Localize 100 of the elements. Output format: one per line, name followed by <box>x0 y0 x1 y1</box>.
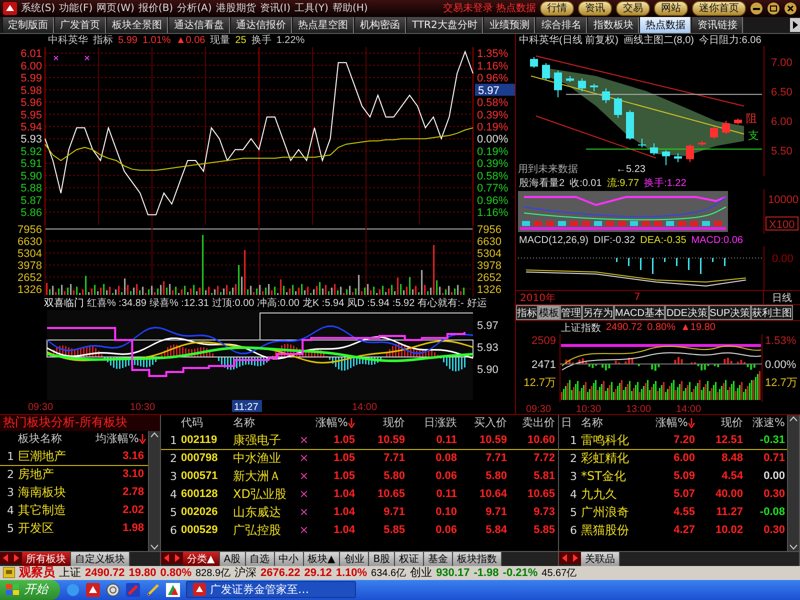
price-value: 4.54 <box>720 470 744 482</box>
stock-row[interactable]: 2 000798 中水渔业 1.05 7.71 0.08 7.71 7.72 <box>161 450 558 468</box>
menu-item[interactable]: 报价(B) <box>138 1 174 16</box>
panel-button[interactable]: DDE决策 <box>665 305 709 320</box>
tab[interactable]: 机构密函 <box>354 16 406 33</box>
volume-axis-label: 1326 <box>477 284 502 296</box>
indicator-label: 指标 <box>93 34 113 47</box>
panel-button[interactable]: 另存为 <box>582 305 614 320</box>
stock-name: 新大洲Ａ <box>232 468 282 485</box>
panel-button[interactable]: 模板 <box>538 305 560 320</box>
sheet-tab[interactable]: 分类▲ <box>183 552 220 566</box>
change-value: 0.08 <box>434 452 458 464</box>
tab[interactable]: 通达信报价 <box>230 16 292 33</box>
panel-button[interactable]: MACD基本 <box>614 305 666 320</box>
stock-row[interactable]: 6 000529 广弘控股 1.04 5.85 0.06 5.84 5.85 <box>161 522 558 540</box>
menu-item[interactable]: 网页(W) <box>96 1 134 16</box>
stock-row[interactable]: 1 002119 康强电子 1.05 10.59 0.11 10.59 10.60 <box>161 432 558 450</box>
stock-row[interactable]: 5 广州浪奇 4.55 11.27 -0.08 <box>559 504 787 522</box>
indicator-axis-label: 5.97 <box>477 320 498 332</box>
menu-item[interactable]: 功能(F) <box>59 1 93 16</box>
stock-row[interactable]: 1 雷鸣科化 7.20 12.51 -0.31 <box>559 432 787 450</box>
change-percent: 1.05 <box>332 452 356 464</box>
rank-number: 1 <box>169 434 178 447</box>
taskbar-window-button[interactable]: 广发证券金管家至… <box>186 581 356 598</box>
stock-row[interactable]: 3 *ST金化 5.09 4.54 0.00 <box>559 468 787 486</box>
price-axis-label: 5.95 <box>20 109 42 122</box>
nav-button[interactable]: 迷你首页 <box>692 0 746 16</box>
unit-label: X100 <box>766 216 798 231</box>
rank-number: 5 <box>569 506 578 519</box>
sheet-tab[interactable]: 板块▲ <box>304 552 340 566</box>
time-label: 13:00 <box>626 404 652 414</box>
sheet-tab[interactable]: A股 <box>220 552 246 566</box>
tab[interactable]: TTR2大盘分时 <box>406 16 484 33</box>
stock-name: 雷鸣科化 <box>580 432 630 449</box>
sheet-tab[interactable]: 权证 <box>395 552 424 566</box>
panel-title: 热门板块分析-所有板块 <box>0 414 160 431</box>
change-value: 0.11 <box>435 488 458 500</box>
sheet-tab[interactable]: 板块指数 <box>453 552 502 566</box>
stock-row[interactable]: 5 002026 山东威达 1.04 9.71 0.10 9.71 9.73 <box>161 504 558 522</box>
sector-row[interactable]: 2 房地产 3.10 <box>0 466 148 484</box>
indicator-value: 绿喜% :12.31 <box>149 296 209 310</box>
price-value: 7.71 <box>382 452 406 464</box>
price-value: 9.71 <box>382 506 406 518</box>
menu-item[interactable]: 帮助(H) <box>332 1 368 16</box>
sheet-tab[interactable]: 自定义板块 <box>71 552 130 566</box>
panel-button[interactable]: 管理 <box>560 305 582 320</box>
sheet-tab[interactable]: B股 <box>369 552 396 566</box>
sector-row[interactable]: 3 海南板块 2.78 <box>0 484 148 502</box>
indicator-value: 双喜临门 <box>44 296 84 310</box>
nav-button[interactable]: 交易 <box>616 0 650 16</box>
menu-item[interactable]: 港股期货 <box>216 1 256 16</box>
tab[interactable]: 资讯链接 <box>691 16 744 33</box>
tab[interactable]: 热点星空图 <box>292 16 354 33</box>
tab[interactable]: 定制版面 <box>2 16 54 33</box>
sheet-tab[interactable]: 关联品 <box>581 552 620 566</box>
sector-row[interactable]: 4 其它制造 2.02 <box>0 502 148 520</box>
stock-name: 彩虹精化 <box>580 450 630 467</box>
price-value: 11.27 <box>715 506 744 518</box>
stock-code: 000798 <box>180 452 219 464</box>
tab[interactable]: 广发首页 <box>54 16 106 33</box>
nav-button[interactable]: 资讯 <box>578 0 612 16</box>
volume-axis-label: 2652 <box>477 272 502 284</box>
menu-item[interactable]: 分析(A) <box>177 1 212 16</box>
panel-button[interactable]: 指标 <box>516 305 538 320</box>
menu-item[interactable]: 资讯(I) <box>260 1 291 16</box>
panel-button[interactable]: SUP决策 <box>708 305 752 320</box>
column-header: 日 <box>560 415 573 430</box>
price-axis-label: 5.90 <box>20 170 42 182</box>
nav-button[interactable]: 行情 <box>540 0 574 16</box>
tab[interactable]: 热点数据 <box>639 16 692 33</box>
sheet-tab[interactable]: 所有板块 <box>22 552 71 566</box>
panel-button[interactable]: 获利主图 <box>751 305 794 320</box>
stock-row[interactable]: 4 九九久 5.07 40.00 0.30 <box>559 486 787 504</box>
tab[interactable]: 通达信看盘 <box>168 16 230 33</box>
bid-price: 10.59 <box>478 434 508 446</box>
tab[interactable]: 板块全景图 <box>106 16 168 33</box>
sheet-tab[interactable]: 自选 <box>246 552 275 566</box>
tab[interactable]: 指数板块 <box>587 16 640 33</box>
sector-row[interactable]: 5 开发区 1.98 <box>0 520 148 538</box>
index-change: 29.12 <box>304 566 332 579</box>
future-data-note: 用到未来数据 <box>518 164 578 176</box>
menu-item[interactable]: 系统(S) <box>21 1 56 16</box>
sheet-tab[interactable]: 中小 <box>274 552 304 566</box>
indicator-value: 流:9.77 <box>606 176 640 189</box>
nav-button[interactable]: 网站 <box>654 0 688 16</box>
index-axis-label: 0.00% <box>765 358 796 371</box>
volume-axis-label: 6630 <box>18 236 42 248</box>
indicator-name: MACD(12,26,9) <box>519 234 588 246</box>
rank-number: 6 <box>169 524 178 537</box>
tab[interactable]: 业绩预测 <box>483 16 536 33</box>
stock-row[interactable]: 2 彩虹精化 6.00 8.48 0.71 <box>559 450 787 468</box>
cursor-time-label: 11:27 <box>232 400 262 412</box>
sheet-tab[interactable]: 基金 <box>424 552 454 566</box>
stock-name: 康强电子 <box>232 432 282 449</box>
stock-row[interactable]: 4 600128 XD弘业股 1.04 10.65 0.11 10.64 10.65 <box>161 486 558 504</box>
tab[interactable]: 综合排名 <box>535 16 588 33</box>
stock-row[interactable]: 6 黑猫股份 4.27 10.02 0.30 <box>559 522 787 540</box>
menu-item[interactable]: 工具(Y) <box>294 1 328 16</box>
sheet-tab[interactable]: 创业 <box>340 552 370 566</box>
stock-row[interactable]: 3 000571 新大洲Ａ 1.05 5.80 0.06 5.80 5.81 <box>161 468 558 486</box>
